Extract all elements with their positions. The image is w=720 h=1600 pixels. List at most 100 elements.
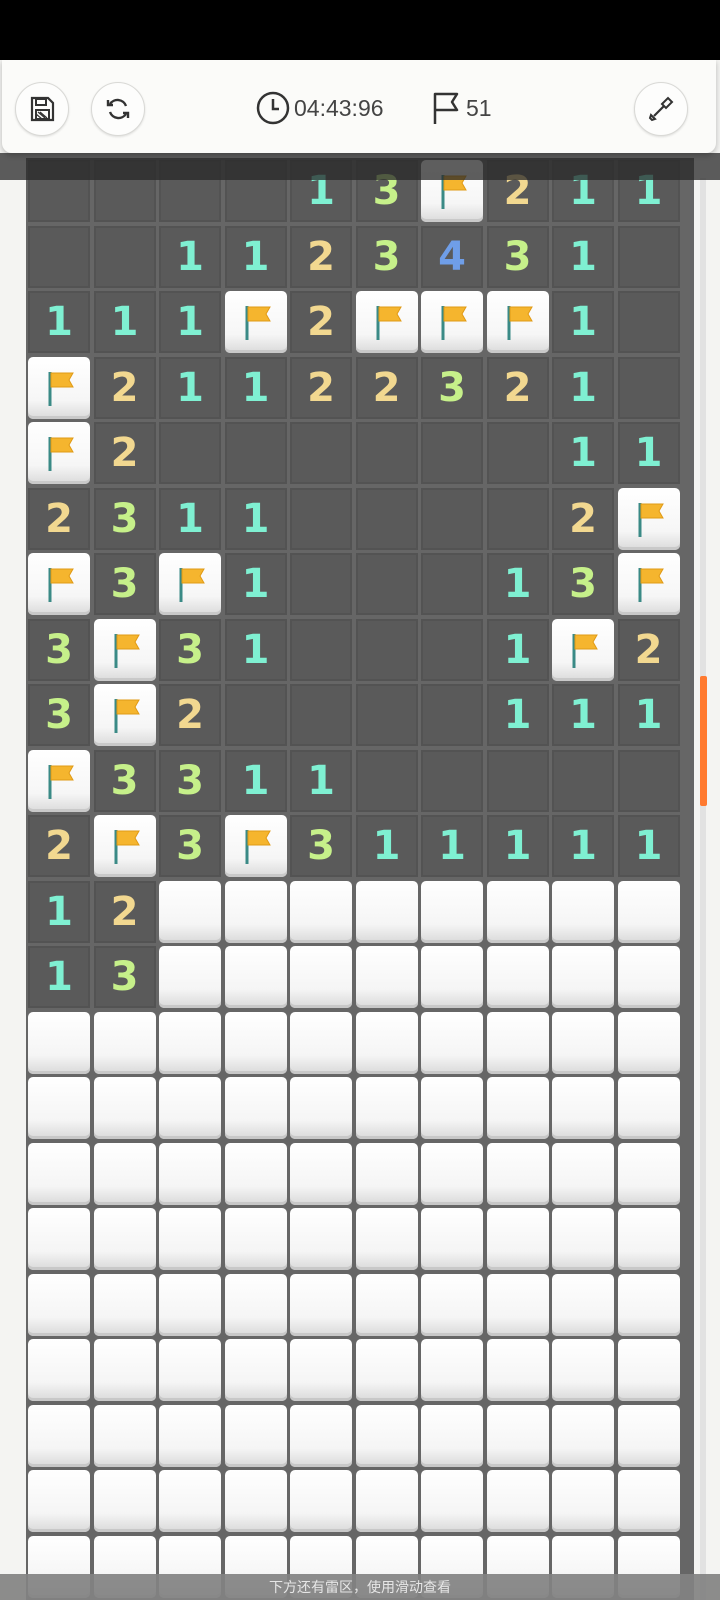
- cell-hidden[interactable]: [355, 946, 418, 1008]
- cell-hidden[interactable]: [617, 1404, 680, 1467]
- cell-number[interactable]: 3: [552, 553, 614, 615]
- cell-hidden[interactable]: [421, 1339, 483, 1401]
- cell-hidden[interactable]: [552, 1142, 614, 1205]
- cell-hidden[interactable]: [224, 1273, 287, 1336]
- cell-hidden[interactable]: [617, 1339, 680, 1401]
- cell-flagged[interactable]: [355, 291, 418, 353]
- cell-hidden[interactable]: [355, 1404, 418, 1467]
- cell-hidden[interactable]: [93, 1273, 156, 1336]
- cell-flagged[interactable]: [224, 291, 287, 353]
- cell-number[interactable]: 1: [290, 749, 352, 812]
- cell-hidden[interactable]: [617, 1142, 680, 1205]
- cell-hidden[interactable]: [290, 1077, 352, 1139]
- cell-flagged[interactable]: [617, 553, 680, 615]
- cell-hidden[interactable]: [290, 880, 352, 943]
- cell-number[interactable]: 1: [552, 684, 614, 746]
- cell-hidden[interactable]: [93, 1404, 156, 1467]
- cell-hidden[interactable]: [552, 1404, 614, 1467]
- cell-number[interactable]: 2: [290, 291, 352, 353]
- cell-hidden[interactable]: [159, 1208, 221, 1270]
- cell-hidden[interactable]: [290, 1208, 352, 1270]
- cell-number[interactable]: 3: [159, 815, 221, 877]
- cell-hidden[interactable]: [290, 1011, 352, 1074]
- cell-hidden[interactable]: [224, 946, 287, 1008]
- cell-hidden[interactable]: [552, 946, 614, 1008]
- cell-hidden[interactable]: [28, 1470, 90, 1532]
- cell-number[interactable]: 3: [93, 487, 156, 550]
- cell-number[interactable]: 1: [486, 815, 549, 877]
- cell-flagged[interactable]: [159, 553, 221, 615]
- cell-number[interactable]: 1: [552, 291, 614, 353]
- cell-hidden[interactable]: [421, 1077, 483, 1139]
- cell-hidden[interactable]: [421, 946, 483, 1008]
- cell-hidden[interactable]: [486, 1273, 549, 1336]
- cell-hidden[interactable]: [617, 1470, 680, 1532]
- cell-number[interactable]: 1: [552, 815, 614, 877]
- cell-hidden[interactable]: [224, 1404, 287, 1467]
- cell-hidden[interactable]: [28, 1339, 90, 1401]
- cell-hidden[interactable]: [552, 1077, 614, 1139]
- cell-hidden[interactable]: [93, 1470, 156, 1532]
- cell-number[interactable]: 1: [159, 487, 221, 550]
- cell-hidden[interactable]: [421, 1208, 483, 1270]
- cell-hidden[interactable]: [159, 880, 221, 943]
- cell-number[interactable]: 1: [552, 356, 614, 419]
- cell-hidden[interactable]: [290, 1470, 352, 1532]
- cell-hidden[interactable]: [486, 1339, 549, 1401]
- cell-hidden[interactable]: [224, 1011, 287, 1074]
- cell-hidden[interactable]: [93, 1142, 156, 1205]
- cell-number[interactable]: 3: [421, 356, 483, 419]
- cell-flagged[interactable]: [93, 815, 156, 877]
- cell-flagged[interactable]: [224, 815, 287, 877]
- cell-number[interactable]: 3: [93, 749, 156, 812]
- cell-hidden[interactable]: [486, 946, 549, 1008]
- cell-hidden[interactable]: [28, 1208, 90, 1270]
- cell-number[interactable]: 3: [486, 225, 549, 288]
- cell-flagged[interactable]: [552, 618, 614, 681]
- cell-hidden[interactable]: [28, 1077, 90, 1139]
- cell-hidden[interactable]: [355, 1339, 418, 1401]
- cell-number[interactable]: 2: [290, 356, 352, 419]
- cell-number[interactable]: 1: [224, 618, 287, 681]
- cell-hidden[interactable]: [355, 1142, 418, 1205]
- cell-hidden[interactable]: [290, 1339, 352, 1401]
- cell-hidden[interactable]: [159, 1404, 221, 1467]
- cell-number[interactable]: 1: [224, 487, 287, 550]
- cell-hidden[interactable]: [159, 1339, 221, 1401]
- cell-flagged[interactable]: [28, 422, 90, 484]
- cell-hidden[interactable]: [28, 1404, 90, 1467]
- cell-number[interactable]: 1: [617, 684, 680, 746]
- cell-number[interactable]: 1: [159, 225, 221, 288]
- cell-hidden[interactable]: [159, 1142, 221, 1205]
- cell-number[interactable]: 4: [421, 225, 483, 288]
- cell-number[interactable]: 1: [224, 749, 287, 812]
- scrollbar-thumb[interactable]: [700, 676, 707, 806]
- cell-number[interactable]: 1: [28, 946, 90, 1008]
- cell-number[interactable]: 3: [93, 946, 156, 1008]
- cell-flagged[interactable]: [421, 291, 483, 353]
- cell-number[interactable]: 1: [28, 880, 90, 943]
- cell-hidden[interactable]: [617, 880, 680, 943]
- cell-number[interactable]: 2: [159, 684, 221, 746]
- cell-hidden[interactable]: [355, 1470, 418, 1532]
- cell-hidden[interactable]: [421, 1470, 483, 1532]
- cell-number[interactable]: 2: [486, 356, 549, 419]
- cell-hidden[interactable]: [552, 1273, 614, 1336]
- cell-hidden[interactable]: [224, 1470, 287, 1532]
- cell-number[interactable]: 1: [159, 356, 221, 419]
- cell-number[interactable]: 1: [224, 225, 287, 288]
- cell-hidden[interactable]: [355, 1273, 418, 1336]
- cell-number[interactable]: 3: [355, 225, 418, 288]
- restart-button[interactable]: [91, 82, 145, 136]
- cell-number[interactable]: 1: [28, 291, 90, 353]
- cell-hidden[interactable]: [159, 1470, 221, 1532]
- cell-number[interactable]: 1: [552, 422, 614, 484]
- cell-hidden[interactable]: [617, 946, 680, 1008]
- cell-hidden[interactable]: [617, 1011, 680, 1074]
- cell-hidden[interactable]: [159, 1273, 221, 1336]
- cell-hidden[interactable]: [552, 1208, 614, 1270]
- minefield-board[interactable]: 1321111234311112121122321211231123113331…: [26, 158, 694, 1600]
- cell-hidden[interactable]: [421, 1142, 483, 1205]
- cell-hidden[interactable]: [486, 1077, 549, 1139]
- cell-hidden[interactable]: [486, 1470, 549, 1532]
